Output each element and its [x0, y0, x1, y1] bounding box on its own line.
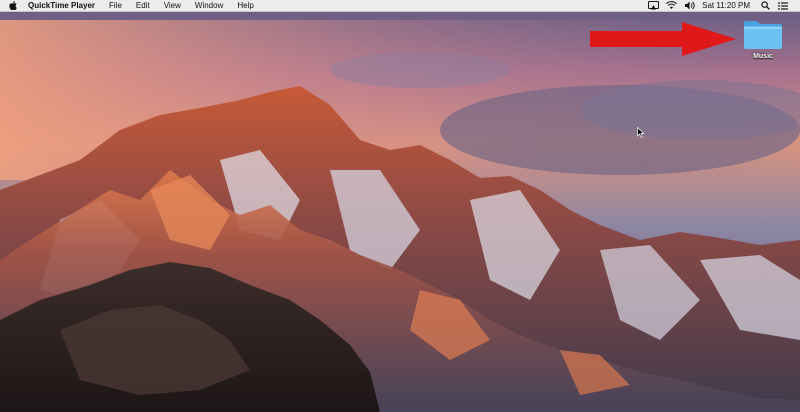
- menu-help[interactable]: Help: [230, 0, 260, 12]
- mouse-pointer-icon: [637, 127, 645, 138]
- apple-logo-icon[interactable]: [2, 0, 24, 12]
- menu-bar-right: Sat 11:20 PM: [644, 0, 800, 11]
- menu-view[interactable]: View: [157, 0, 188, 12]
- menu-app-name[interactable]: QuickTime Player: [24, 0, 102, 12]
- spotlight-search-icon[interactable]: [756, 0, 774, 12]
- desktop[interactable]: QuickTime Player File Edit View Window H…: [0, 0, 800, 412]
- folder-label: Music: [753, 53, 773, 60]
- menu-file[interactable]: File: [102, 0, 129, 12]
- menu-edit[interactable]: Edit: [129, 0, 157, 12]
- volume-icon[interactable]: [680, 0, 698, 12]
- music-folder[interactable]: Music: [738, 18, 788, 60]
- menu-window[interactable]: Window: [188, 0, 230, 12]
- wifi-icon[interactable]: [662, 0, 680, 12]
- menu-bar-left: QuickTime Player File Edit View Window H…: [0, 0, 261, 11]
- menu-bar-clock[interactable]: Sat 11:20 PM: [698, 0, 756, 12]
- menu-bar: QuickTime Player File Edit View Window H…: [0, 0, 800, 12]
- folder-icon: [744, 21, 782, 49]
- wallpaper-image: [0, 0, 800, 412]
- notification-center-icon[interactable]: [774, 0, 792, 12]
- red-arrow-icon: [590, 22, 736, 56]
- display-mirroring-icon[interactable]: [644, 0, 662, 12]
